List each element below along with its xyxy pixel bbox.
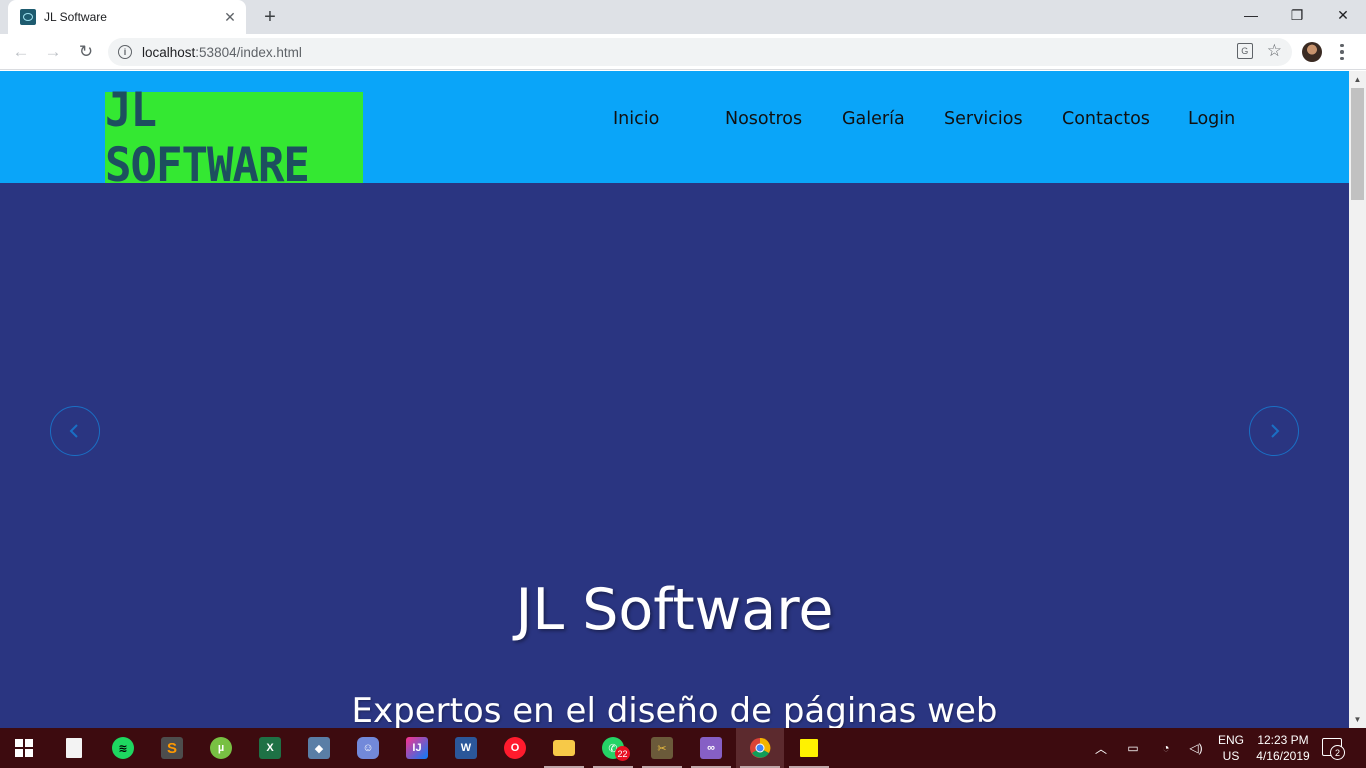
scroll-thumb[interactable]: [1351, 88, 1364, 200]
system-clock[interactable]: 12:23 PM 4/16/2019: [1252, 732, 1314, 764]
scroll-down-icon[interactable]: ▼: [1349, 711, 1366, 728]
show-hidden-icons-chevron-icon[interactable]: ︿: [1090, 728, 1112, 768]
scroll-up-icon[interactable]: ▲: [1349, 71, 1366, 88]
carousel-prev-button[interactable]: [50, 406, 100, 456]
input-language-indicator[interactable]: ENG US: [1214, 732, 1248, 764]
intellij-icon[interactable]: IJ: [393, 728, 441, 768]
chevron-right-icon: [1271, 424, 1280, 438]
site-logo[interactable]: JL SOFTWARE: [105, 82, 363, 193]
minimize-window-button[interactable]: —: [1228, 0, 1274, 30]
new-tab-button[interactable]: +: [258, 5, 282, 29]
nav-link-inicio[interactable]: Inicio: [613, 109, 659, 129]
browser-tab[interactable]: JL Software ✕: [8, 0, 246, 34]
nav-link-nosotros[interactable]: Nosotros: [725, 109, 802, 129]
file-icon[interactable]: [50, 728, 98, 768]
browser-tab-strip: JL Software ✕ + — ❐ ✕: [0, 0, 1366, 34]
chevron-left-icon: [69, 424, 78, 438]
nav-link-contactos[interactable]: Contactos: [1062, 109, 1150, 129]
excel-icon[interactable]: X: [246, 728, 294, 768]
sublime-text-icon[interactable]: S: [148, 728, 196, 768]
profile-avatar[interactable]: [1302, 42, 1322, 62]
carousel-next-button[interactable]: [1249, 406, 1299, 456]
tab-title: JL Software: [44, 10, 107, 24]
language-code: ENG: [1217, 733, 1244, 747]
address-bar[interactable]: i localhost:53804/index.html G ☆: [108, 38, 1292, 66]
browser-toolbar: ← → ↻ i localhost:53804/index.html G ☆: [0, 34, 1366, 70]
hero-subtitle: Expertos en el diseño de páginas web: [351, 691, 998, 728]
close-tab-icon[interactable]: ✕: [220, 7, 240, 27]
bookmark-star-icon[interactable]: ☆: [1267, 42, 1282, 59]
whatsapp-unread-badge: 22: [615, 746, 630, 761]
whatsapp-icon[interactable]: ✆ 22: [589, 728, 637, 768]
translate-icon[interactable]: G: [1236, 43, 1253, 59]
spotify-icon[interactable]: ≋: [99, 728, 147, 768]
logo-text: JL SOFTWARE: [105, 82, 310, 193]
virtualbox-icon[interactable]: ◆: [295, 728, 343, 768]
back-button[interactable]: ←: [9, 40, 33, 64]
site-header: JL SOFTWARE Inicio Nosotros Galería Serv…: [0, 71, 1349, 193]
url-host: localhost: [142, 44, 196, 60]
page-viewport: JL SOFTWARE Inicio Nosotros Galería Serv…: [0, 71, 1366, 728]
word-icon[interactable]: W: [442, 728, 490, 768]
url-text: localhost:53804/index.html: [142, 45, 302, 60]
wifi-icon[interactable]: ◔: [1155, 728, 1177, 768]
volume-icon[interactable]: ◁): [1185, 728, 1207, 768]
browser-menu-icon[interactable]: [1334, 40, 1350, 64]
windows-taskbar: ≋ S µ X ◆ ☺ IJ W O ✆ 22 ✂ ∞ ︿ ▭ ◔ ◁) ENG…: [0, 728, 1366, 768]
sticky-notes-icon[interactable]: [785, 728, 833, 768]
close-window-button[interactable]: ✕: [1320, 0, 1366, 30]
file-explorer-icon[interactable]: [540, 728, 588, 768]
site-info-icon[interactable]: i: [118, 45, 132, 59]
forward-button[interactable]: →: [41, 40, 65, 64]
notification-count-badge: 2: [1330, 745, 1345, 760]
utorrent-icon[interactable]: µ: [197, 728, 245, 768]
tools-icon[interactable]: ✂: [638, 728, 686, 768]
chrome-icon[interactable]: [736, 728, 784, 768]
nav-link-galeria[interactable]: Galería: [842, 109, 905, 129]
battery-icon[interactable]: ▭: [1122, 728, 1144, 768]
start-menu-icon[interactable]: [0, 728, 48, 768]
site-favicon-icon: [20, 9, 36, 25]
clock-time: 12:23 PM: [1257, 733, 1309, 747]
omnibox-actions: G ☆: [1236, 42, 1282, 59]
clock-date: 4/16/2019: [1256, 749, 1310, 763]
nav-link-servicios[interactable]: Servicios: [944, 109, 1023, 129]
keyboard-layout: US: [1222, 749, 1240, 763]
hero-title: JL Software: [515, 577, 834, 643]
discord-icon[interactable]: ☺: [344, 728, 392, 768]
visual-studio-icon[interactable]: ∞: [687, 728, 735, 768]
nav-link-login[interactable]: Login: [1188, 109, 1235, 129]
url-path: :53804/index.html: [195, 44, 302, 60]
opera-icon[interactable]: O: [491, 728, 539, 768]
page-scrollbar[interactable]: ▲ ▼: [1349, 71, 1366, 728]
restore-window-button[interactable]: ❐: [1274, 0, 1320, 30]
hero-carousel: JL Software Expertos en el diseño de pág…: [0, 183, 1349, 728]
reload-button[interactable]: ↻: [74, 40, 98, 64]
